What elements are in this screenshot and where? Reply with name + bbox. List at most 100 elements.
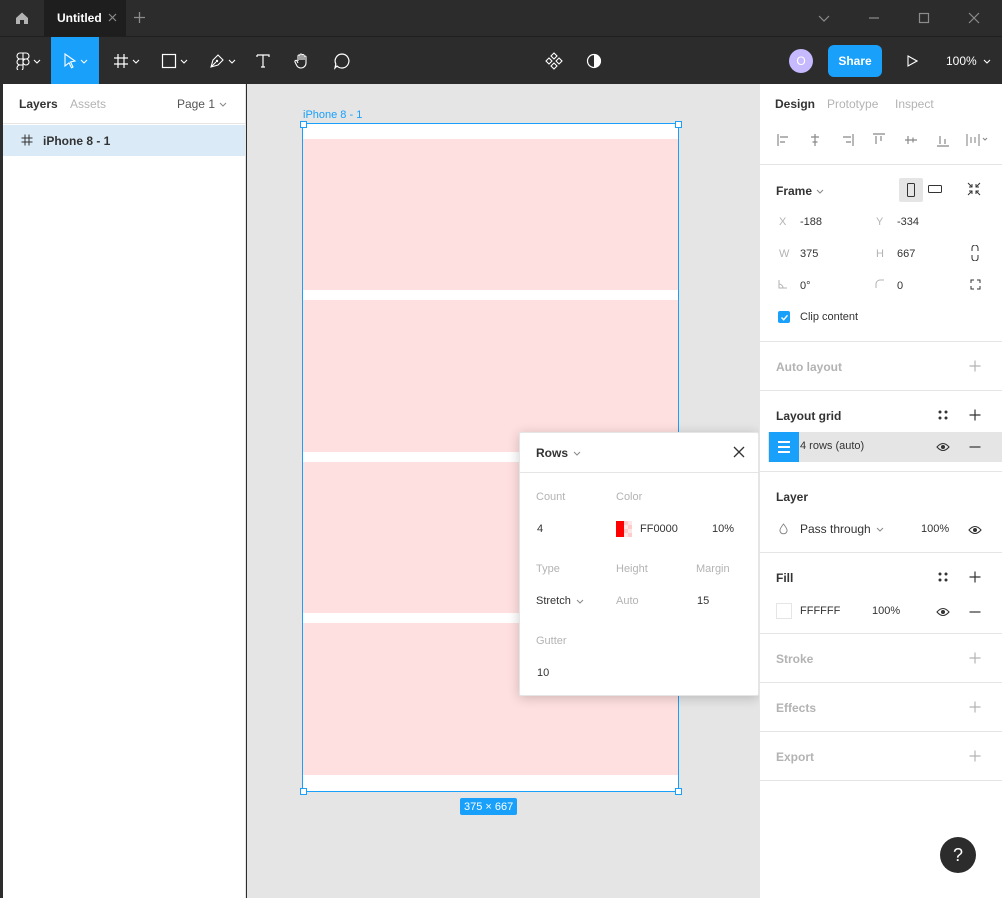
frame-section: Frame X -188 Y -334 W 375 H 667 0° 0 [760,164,1002,341]
layout-grid-item[interactable]: 4 rows (auto) [768,432,1002,462]
components-button[interactable] [540,37,568,85]
chevron-down-icon [219,102,227,107]
tab-inspect[interactable]: Inspect [895,97,934,111]
independent-corners-icon[interactable] [970,279,981,290]
frame-preset-dropdown[interactable]: Frame [776,184,824,198]
main-menu-button[interactable] [8,37,48,85]
page-selector[interactable]: Page 1 [177,97,227,111]
h-input[interactable]: 667 [897,248,915,260]
align-horizontal-center-icon[interactable] [808,133,822,147]
grid-styles-icon[interactable] [937,409,949,421]
resize-handle[interactable] [675,121,682,128]
align-bottom-icon[interactable] [936,133,950,147]
type-value: Stretch [536,595,571,607]
fill-color-swatch[interactable] [776,603,792,619]
margin-input[interactable]: 15 [697,595,709,607]
layer-opacity-input[interactable]: 100% [921,523,949,535]
pen-tool[interactable] [202,37,242,85]
comment-tool[interactable] [328,37,356,85]
minimize-icon[interactable] [867,11,881,25]
height-input[interactable]: Auto [616,595,639,607]
close-tab-icon[interactable] [107,12,118,23]
align-vertical-center-icon[interactable] [904,133,918,147]
eye-icon[interactable] [936,606,950,618]
plus-icon[interactable] [969,360,981,372]
plus-icon[interactable] [969,652,981,664]
auto-layout-section: Auto layout [760,341,1002,390]
blend-mode-dropdown[interactable]: Pass through [800,522,884,536]
frame-tool[interactable] [106,37,146,85]
resize-handle[interactable] [675,788,682,795]
color-hex-input[interactable]: FF0000 [640,523,678,535]
help-button[interactable]: ? [940,837,976,873]
fill-styles-icon[interactable] [937,571,949,583]
constrain-proportions-icon[interactable] [971,245,979,261]
move-tool[interactable] [51,37,99,85]
fill-opacity-input[interactable]: 100% [872,605,900,617]
minus-icon[interactable] [969,611,981,613]
maximize-icon[interactable] [917,11,931,25]
contrast-icon [586,53,602,69]
hand-tool[interactable] [288,37,316,85]
shape-tool[interactable] [154,37,194,85]
tab-prototype[interactable]: Prototype [827,97,878,111]
plus-icon[interactable] [969,571,981,583]
close-window-icon[interactable] [967,11,981,25]
resize-handle[interactable] [300,788,307,795]
zoom-dropdown[interactable]: 100% [946,37,991,85]
stroke-title: Stroke [776,652,814,666]
y-label: Y [876,216,884,228]
plus-icon[interactable] [969,750,981,762]
tab-design[interactable]: Design [775,97,815,111]
distribute-icon[interactable] [966,133,988,147]
contrast-button[interactable] [580,37,608,85]
close-icon[interactable] [732,445,746,459]
plus-icon[interactable] [969,701,981,713]
file-tab[interactable]: Untitled [44,0,126,36]
portrait-button[interactable] [899,178,923,202]
left-panel-tabs: Layers Assets Page 1 [3,84,245,124]
layer-title: Layer [776,490,809,504]
align-top-icon[interactable] [872,133,886,147]
chevron-down-icon[interactable] [817,11,831,25]
new-tab-icon[interactable] [133,11,146,24]
zoom-label: 100% [946,54,977,68]
type-dropdown[interactable]: Stretch [536,595,584,607]
grid-settings-popup: Rows Count Color 4 FF0000 10% Type Heigh… [519,432,759,696]
present-button[interactable] [898,37,926,85]
text-tool[interactable] [250,37,276,85]
landscape-icon[interactable] [928,185,942,193]
minus-icon[interactable] [969,446,981,448]
w-input[interactable]: 375 [800,248,818,260]
layer-row[interactable]: iPhone 8 - 1 [3,125,245,156]
color-opacity-input[interactable]: 10% [712,523,734,535]
eye-icon[interactable] [936,441,950,453]
align-right-icon[interactable] [840,133,854,147]
tab-layers[interactable]: Layers [19,97,58,111]
rows-icon [778,441,790,453]
corner-radius-input[interactable]: 0 [897,280,903,292]
resize-to-fit-icon[interactable] [967,182,981,196]
frame-label[interactable]: iPhone 8 - 1 [303,109,362,121]
rotation-input[interactable]: 0° [800,280,811,292]
resize-handle[interactable] [300,121,307,128]
grid-type-dropdown[interactable]: Rows [536,446,581,460]
grid-settings-button[interactable] [769,432,799,462]
count-input[interactable]: 4 [537,523,543,535]
share-button[interactable]: Share [828,45,882,77]
clip-content-checkbox[interactable] [778,311,790,323]
tab-assets[interactable]: Assets [70,97,106,111]
blend-mode-icon [779,523,788,535]
home-button[interactable] [0,0,44,36]
gutter-input[interactable]: 10 [537,667,549,679]
fill-hex-input[interactable]: FFFFFF [800,605,840,617]
plus-icon[interactable] [969,409,981,421]
avatar[interactable]: O [789,49,813,73]
align-left-icon[interactable] [777,133,791,147]
color-swatch[interactable] [616,521,632,537]
y-input[interactable]: -334 [897,216,919,228]
eye-icon[interactable] [968,524,982,536]
frame-title: Frame [776,184,813,198]
portrait-icon [907,183,915,197]
x-input[interactable]: -188 [800,216,822,228]
